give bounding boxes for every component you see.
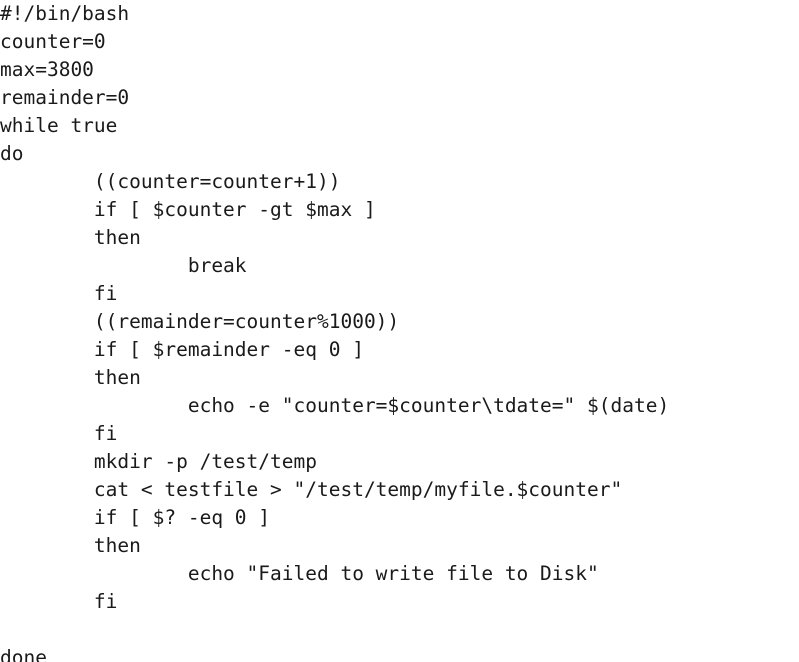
- code-line: fi: [0, 422, 118, 445]
- script-text-view: #!/bin/bash counter=0 max=3800 remainder=0 w…: [0, 0, 799, 662]
- code-line: fi: [0, 282, 118, 305]
- code-line: if [ $remainder -eq 0 ]: [0, 338, 364, 361]
- code-line: ((remainder=counter%1000)): [0, 310, 400, 333]
- code-line: max=3800: [0, 58, 94, 81]
- code-line: remainder=0: [0, 86, 130, 109]
- code-line: then: [0, 534, 141, 557]
- code-line: then: [0, 226, 141, 249]
- code-line: then: [0, 366, 141, 389]
- code-line: #!/bin/bash: [0, 2, 130, 25]
- code-line: if [ $counter -gt $max ]: [0, 198, 376, 221]
- code-line: echo "Failed to write file to Disk": [0, 562, 599, 585]
- code-line: if [ $? -eq 0 ]: [0, 506, 271, 529]
- code-line: fi: [0, 590, 118, 613]
- code-line: while true: [0, 114, 118, 137]
- code-line: break: [0, 254, 247, 277]
- code-line: ((counter=counter+1)): [0, 170, 341, 193]
- code-line: counter=0: [0, 30, 106, 53]
- code-line: do: [0, 142, 24, 165]
- code-line: done: [0, 646, 47, 662]
- bash-script-listing: #!/bin/bash counter=0 max=3800 remainder=0 w…: [0, 0, 799, 662]
- code-line: mkdir -p /test/temp: [0, 450, 317, 473]
- code-line: cat < testfile > "/test/temp/myfile.$cou…: [0, 478, 623, 501]
- code-line: echo -e "counter=$counter\tdate=" $(date…: [0, 394, 670, 417]
